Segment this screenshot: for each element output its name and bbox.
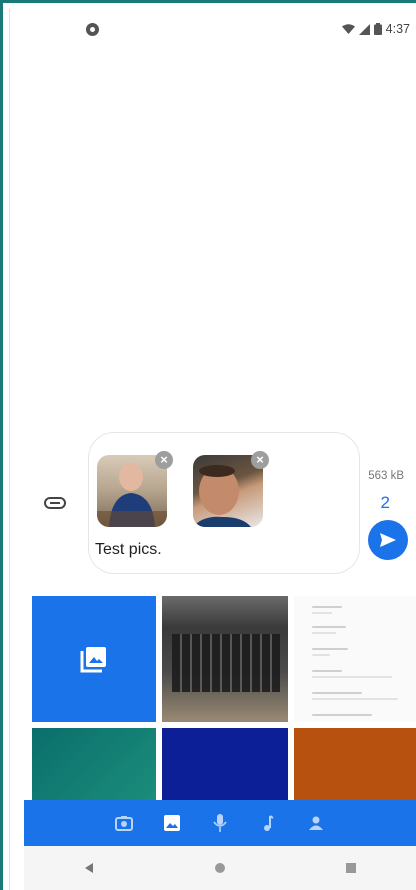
send-button[interactable]: [368, 520, 408, 560]
system-nav-bar: [24, 846, 416, 890]
attachment-toolbar: [24, 800, 416, 846]
keyboard-photo-tile[interactable]: [162, 596, 288, 722]
compose-bubble[interactable]: × × Test pics.: [88, 432, 360, 574]
gallery-tile[interactable]: [32, 596, 156, 722]
attachment-icon[interactable]: [44, 497, 66, 509]
gallery-icon: [164, 815, 180, 831]
status-bar: 4:37: [24, 16, 410, 42]
contact-button[interactable]: [305, 812, 327, 834]
camera-button[interactable]: [113, 812, 135, 834]
navy-image-tile[interactable]: [162, 728, 288, 804]
wifi-icon: [341, 23, 355, 34]
settings-screenshot-tile[interactable]: [294, 596, 416, 722]
orange-image-tile[interactable]: [294, 728, 416, 804]
media-picker: [24, 590, 416, 810]
mic-button[interactable]: [209, 812, 231, 834]
gallery-icon: [80, 647, 106, 673]
remove-attachment-button[interactable]: ×: [251, 451, 269, 469]
teal-image-tile[interactable]: [32, 728, 156, 804]
compose-area: × × Test pics. 563 kB 2: [24, 430, 416, 590]
contact-icon: [309, 816, 323, 830]
message-input[interactable]: Test pics.: [95, 541, 162, 559]
attachment-size: 563 kB: [368, 470, 404, 482]
status-time: 4:37: [385, 22, 410, 36]
music-note-icon: [264, 815, 274, 831]
send-icon: [380, 533, 396, 547]
mic-icon: [213, 814, 227, 832]
camera-icon: [115, 816, 133, 831]
attachment-count: 2: [380, 493, 390, 512]
gallery-button[interactable]: [161, 812, 183, 834]
recents-icon[interactable]: [345, 862, 357, 874]
music-button[interactable]: [257, 812, 279, 834]
remove-attachment-button[interactable]: ×: [155, 451, 173, 469]
back-icon[interactable]: [83, 862, 95, 874]
home-icon[interactable]: [214, 862, 226, 874]
battery-icon: [373, 23, 382, 35]
signal-icon: [358, 23, 370, 35]
google-icon: [86, 22, 99, 36]
